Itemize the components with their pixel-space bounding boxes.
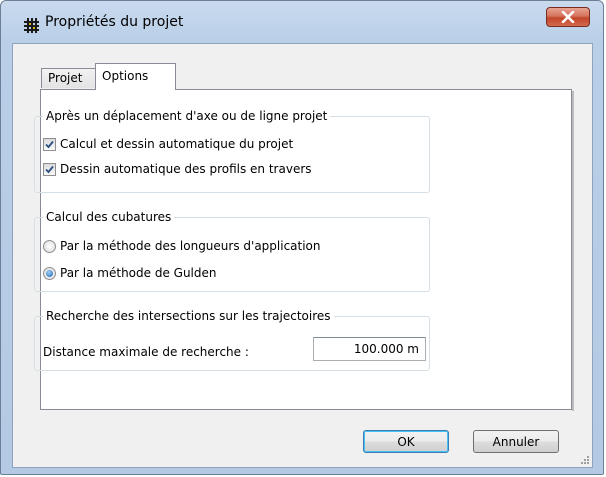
after-move-group: Après un déplacement d'axe ou de ligne p… (34, 108, 430, 193)
tab-projet-label: Projet (48, 71, 83, 85)
dialog-window: Propriétés du projet Projet Options Aprè… (0, 0, 604, 475)
resize-grip-icon[interactable] (578, 453, 590, 465)
checkmark-icon (45, 165, 54, 173)
method-longueurs-radio-row[interactable]: Par la méthode des longueurs d'applicati… (43, 238, 321, 254)
ok-button[interactable]: OK (363, 430, 449, 453)
title-bar[interactable]: Propriétés du projet (1, 1, 603, 41)
auto-calc-checkbox-row[interactable]: Calcul et dessin automatique du projet (43, 136, 293, 152)
close-button[interactable] (546, 7, 590, 27)
cubatures-group-title: Calcul des cubatures (43, 209, 175, 225)
auto-profiles-checkbox-row[interactable]: Dessin automatique des profils en traver… (43, 161, 312, 177)
tab-options-label: Options (102, 69, 149, 83)
intersections-group: Recherche des intersections sur les traj… (34, 308, 430, 371)
method-gulden-radio[interactable] (43, 266, 56, 280)
auto-calc-checkbox[interactable] (43, 137, 56, 151)
grid-app-icon (24, 18, 39, 33)
cancel-button[interactable]: Annuler (473, 430, 559, 453)
method-longueurs-radio[interactable] (43, 239, 56, 253)
intersections-group-title: Recherche des intersections sur les traj… (43, 308, 334, 324)
auto-profiles-checkbox[interactable] (43, 162, 56, 176)
tab-options[interactable]: Options (95, 63, 176, 90)
method-gulden-radio-row[interactable]: Par la méthode de Gulden (43, 265, 217, 281)
distance-input[interactable] (313, 337, 426, 361)
method-gulden-label: Par la méthode de Gulden (60, 266, 217, 280)
distance-label: Distance maximale de recherche : (43, 345, 249, 359)
method-longueurs-label: Par la méthode des longueurs d'applicati… (60, 239, 321, 253)
dialog-client-area: Projet Options Après un déplacement d'ax… (12, 43, 593, 468)
auto-calc-label: Calcul et dessin automatique du projet (60, 137, 294, 151)
tab-projet[interactable]: Projet (41, 68, 96, 88)
auto-profiles-label: Dessin automatique des profils en traver… (60, 162, 312, 176)
checkmark-icon (45, 140, 54, 148)
close-icon (561, 11, 575, 23)
cubatures-group: Calcul des cubatures Par la méthode des … (34, 209, 430, 292)
after-move-group-title: Après un déplacement d'axe ou de ligne p… (43, 108, 331, 124)
window-title: Propriétés du projet (45, 14, 184, 30)
